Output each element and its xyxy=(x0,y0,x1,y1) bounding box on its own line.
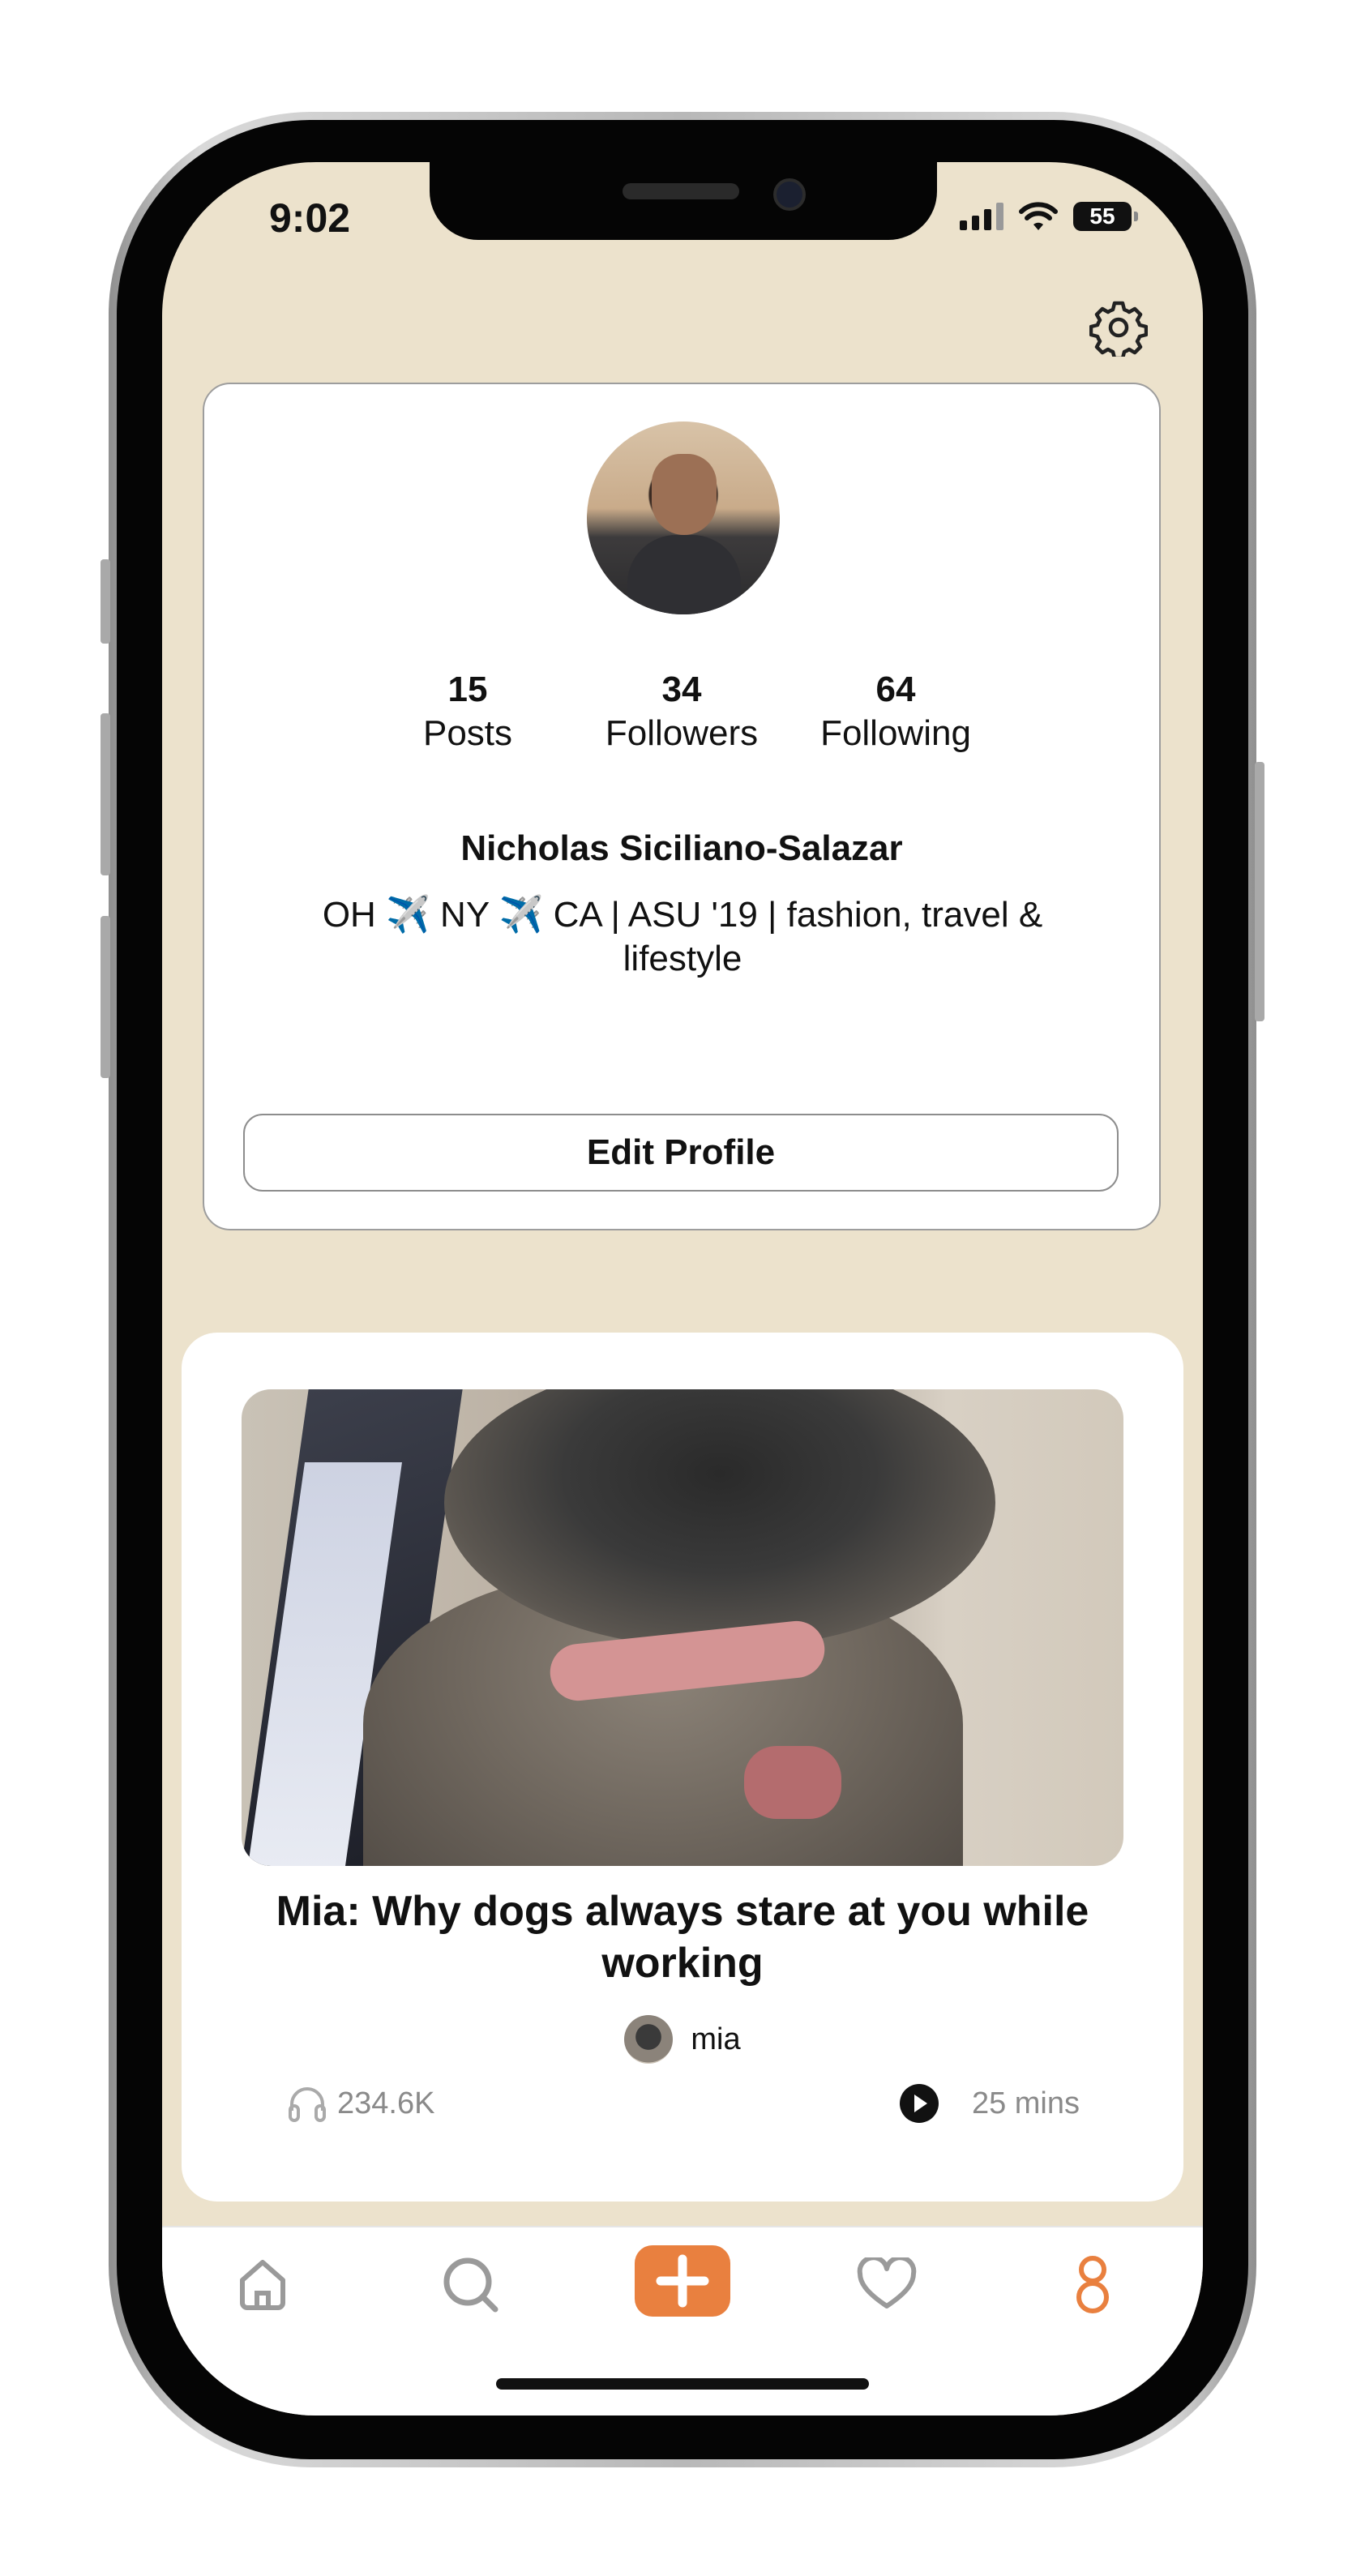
stat-value: 15 xyxy=(447,670,488,709)
notch xyxy=(430,162,937,240)
power-button xyxy=(1255,762,1264,1021)
screen: 9:02 55 15 Posts 34 Followers 64 Followi… xyxy=(162,162,1203,2416)
profile-bio: OH ✈️ NY ✈️ CA | ASU '19 | fashion, trav… xyxy=(322,895,1043,978)
post-image[interactable] xyxy=(242,1389,1123,1866)
speaker-grille xyxy=(623,183,739,199)
stat-following[interactable]: 64 Following xyxy=(789,670,1003,754)
tag-shape xyxy=(744,1746,841,1819)
stat-label: Posts xyxy=(422,713,513,753)
profile-card: 15 Posts 34 Followers 64 Following Nicho… xyxy=(203,383,1161,1230)
battery-icon: 55 xyxy=(1073,202,1138,231)
post-card[interactable]: Mia: Why dogs always stare at you while … xyxy=(182,1333,1183,2202)
duration-text: 25 mins xyxy=(971,2086,1080,2120)
tab-home[interactable] xyxy=(222,2244,303,2325)
play-icon[interactable] xyxy=(899,2083,939,2124)
home-indicator[interactable] xyxy=(496,2378,869,2390)
cellular-signal-icon xyxy=(960,203,1003,230)
volume-down-button xyxy=(101,916,110,1078)
author-avatar xyxy=(624,2015,674,2064)
status-time: 9:02 xyxy=(269,195,351,241)
heart-icon xyxy=(857,2257,917,2309)
headphones-icon xyxy=(289,2087,326,2122)
add-icon xyxy=(656,2254,709,2308)
stat-value: 64 xyxy=(875,670,916,709)
home-icon xyxy=(240,2260,285,2310)
gear-icon[interactable] xyxy=(1089,298,1148,357)
search-icon xyxy=(443,2257,499,2313)
listens-count: 234.6K xyxy=(337,2086,435,2120)
tab-profile[interactable] xyxy=(1052,2244,1133,2325)
stat-label: Following xyxy=(820,713,971,753)
post-author[interactable]: mia xyxy=(182,2015,1183,2064)
avatar[interactable] xyxy=(587,421,780,614)
status-icons: 55 xyxy=(960,201,1138,232)
profile-name: Nicholas Siciliano-Salazar xyxy=(460,828,903,868)
post-title[interactable]: Mia: Why dogs always stare at you while … xyxy=(230,1885,1135,1989)
front-camera xyxy=(773,178,806,211)
author-name: mia xyxy=(691,2022,741,2056)
duration-info[interactable]: 25 mins xyxy=(899,2083,1080,2124)
tab-add[interactable] xyxy=(635,2245,730,2317)
profile-icon xyxy=(1076,2256,1109,2313)
stat-label: Followers xyxy=(605,713,759,753)
volume-up-button xyxy=(101,713,110,875)
stat-value: 34 xyxy=(661,670,702,709)
silent-switch xyxy=(101,559,110,644)
wifi-icon xyxy=(1019,202,1058,230)
listens-info: 234.6K xyxy=(285,2082,434,2125)
stat-followers[interactable]: 34 Followers xyxy=(575,670,789,754)
tab-favorites[interactable] xyxy=(846,2244,927,2325)
edit-profile-button[interactable]: Edit Profile xyxy=(243,1114,1119,1192)
stat-posts[interactable]: 15 Posts xyxy=(361,670,575,754)
profile-stats: 15 Posts 34 Followers 64 Following xyxy=(204,670,1159,754)
tab-search[interactable] xyxy=(430,2244,511,2325)
post-meta: 234.6K 25 mins xyxy=(285,2082,1080,2125)
